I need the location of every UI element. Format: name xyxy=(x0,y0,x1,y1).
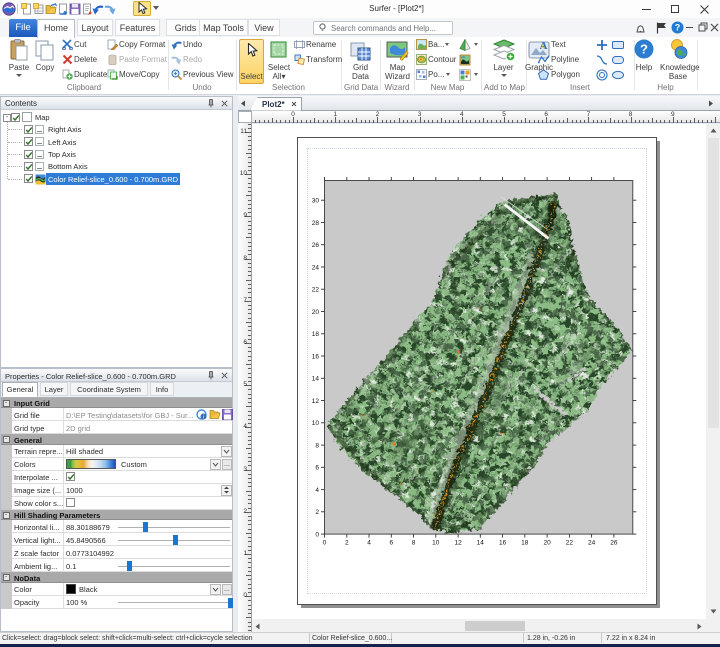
svg-text:4: 4 xyxy=(315,486,319,493)
svg-text:14: 14 xyxy=(311,375,319,382)
svg-text:6: 6 xyxy=(315,464,319,471)
svg-text:20: 20 xyxy=(543,539,551,546)
svg-text:?: ? xyxy=(640,42,648,57)
svg-text:22: 22 xyxy=(565,539,573,546)
svg-text:2: 2 xyxy=(344,539,348,546)
svg-text:28: 28 xyxy=(311,219,319,226)
svg-text:12: 12 xyxy=(454,539,462,546)
svg-text:18: 18 xyxy=(521,539,529,546)
svg-text:16: 16 xyxy=(311,353,319,360)
svg-text:8: 8 xyxy=(411,539,415,546)
svg-text:i: i xyxy=(203,415,204,420)
svg-text:24: 24 xyxy=(311,264,319,271)
svg-text:0: 0 xyxy=(315,531,319,538)
svg-text:8: 8 xyxy=(315,442,319,449)
svg-text:18: 18 xyxy=(311,331,319,338)
svg-text:24: 24 xyxy=(587,539,595,546)
svg-text:A: A xyxy=(540,40,548,50)
svg-text:4: 4 xyxy=(367,539,371,546)
svg-text:?: ? xyxy=(675,23,681,33)
svg-text:14: 14 xyxy=(476,539,484,546)
svg-text:26: 26 xyxy=(311,242,319,249)
svg-text:22: 22 xyxy=(311,286,319,293)
svg-text:6: 6 xyxy=(389,539,393,546)
svg-text:30: 30 xyxy=(311,197,319,204)
svg-text:10: 10 xyxy=(432,539,440,546)
svg-text:0: 0 xyxy=(322,539,326,546)
svg-text:16: 16 xyxy=(498,539,506,546)
svg-text:10: 10 xyxy=(311,420,319,427)
svg-text:20: 20 xyxy=(311,308,319,315)
svg-text:12: 12 xyxy=(311,397,319,404)
svg-text:2: 2 xyxy=(315,509,319,516)
svg-text:26: 26 xyxy=(610,539,618,546)
